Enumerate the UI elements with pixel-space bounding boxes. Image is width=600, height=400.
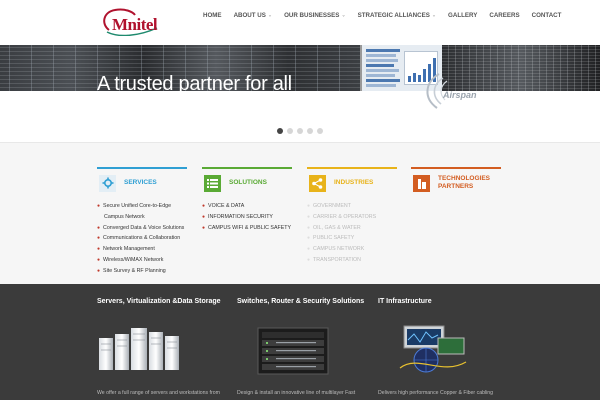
list-item[interactable]: ● Wireless/WiMAX Network (97, 255, 187, 266)
slider-dot-3[interactable] (297, 128, 303, 134)
infra-column: IT Infrastructure (378, 298, 432, 305)
main-nav: HOME ABOUT US ⌄ OUR BUSINESSES ⌄ STRATEGIC… (203, 12, 573, 19)
list-item[interactable]: ● PUBLIC SAFETY (307, 233, 397, 244)
nav-about-us[interactable]: ABOUT US ⌄ (234, 12, 273, 19)
logo-wordmark: Mnitel (112, 15, 158, 34)
partners-column: TECHNOLOGIES PARTNERS (411, 167, 501, 194)
servers-description: We offer a full range of servers and wor… (97, 390, 220, 396)
nav-careers[interactable]: CAREERS (489, 12, 519, 19)
industries-column: INDUSTRIES ● GOVERNMENT ● CARRIER & OPERAT… (307, 167, 397, 266)
slider-dot-5[interactable] (317, 128, 323, 134)
hero-banner: A trusted partner for all (0, 45, 600, 91)
slider-dot-2[interactable] (287, 128, 293, 134)
list-item[interactable]: ● INFORMATION SECURITY (202, 212, 292, 223)
nav-strategic-alliances-label: STRATEGIC ALLIANCES (357, 12, 430, 19)
building-icon (413, 174, 430, 192)
list-item[interactable]: ● OIL, GAS & WATER (307, 223, 397, 234)
switches-column: Switches, Router & Security Solutions (237, 298, 364, 305)
industries-title[interactable]: INDUSTRIES (334, 179, 373, 187)
nav-about-us-label: ABOUT US (233, 12, 266, 19)
infra-title[interactable]: IT Infrastructure (378, 298, 432, 305)
list-item[interactable]: ● Network Management (97, 244, 187, 255)
slider-pagination (277, 128, 323, 134)
list-item[interactable]: ● Secure Unified Core-to-Edge (97, 201, 187, 212)
features-section: SERVICES ● Secure Unified Core-to-Edge Ca… (0, 142, 600, 284)
infra-description: Delivers high performance Copper & Fiber… (378, 390, 494, 396)
it-infrastructure-image (399, 325, 467, 373)
partners-topline (411, 167, 501, 169)
nav-contact[interactable]: CONTACT (532, 12, 562, 19)
servers-title[interactable]: Servers, Virtualization &Data Storage (97, 298, 221, 305)
list-item[interactable]: ● CAMPUS NETWORK (307, 244, 397, 255)
airspan-wordmark: Airspan (443, 90, 477, 100)
list-item[interactable]: ● TRANSPORTATION (307, 255, 397, 266)
industries-topline (307, 167, 397, 169)
services-column: SERVICES ● Secure Unified Core-to-Edge Ca… (97, 167, 187, 277)
mnitel-logo[interactable]: Mnitel (99, 6, 163, 36)
list-item[interactable]: Campus Network (97, 212, 187, 223)
chevron-down-icon: ⌄ (431, 12, 437, 18)
site-header: Mnitel HOME ABOUT US ⌄ OUR BUSINESSES ⌄ ST… (0, 0, 600, 45)
nav-careers-label: CAREERS (489, 12, 520, 19)
switches-description: Design & install an innovative line of m… (237, 390, 356, 396)
partners-title[interactable]: TECHNOLOGIES PARTNERS (438, 175, 490, 191)
list-item[interactable]: ● Site Survey & RF Planning (97, 266, 187, 277)
network-switch-chassis-image (257, 327, 329, 375)
gear-icon (99, 174, 116, 192)
slider-dot-1[interactable] (277, 128, 283, 134)
services-title[interactable]: SERVICES (124, 179, 157, 187)
nav-home-label: HOME (203, 12, 222, 19)
solutions-column: SOLUTIONS ● VOICE & DATA ● INFORMATION SEC… (202, 167, 292, 233)
list-icon (204, 174, 221, 192)
services-topline (97, 167, 187, 169)
chevron-down-icon: ⌄ (341, 12, 346, 18)
nav-contact-label: CONTACT (531, 12, 562, 19)
solutions-title[interactable]: SOLUTIONS (229, 179, 267, 187)
solutions-topline (202, 167, 292, 169)
nav-gallery[interactable]: GALLERY (448, 12, 477, 19)
list-item[interactable]: ● VOICE & DATA (202, 201, 292, 212)
nav-our-businesses[interactable]: OUR BUSINESSES ⌄ (284, 12, 346, 19)
list-item[interactable]: ● CARRIER & OPERATORS (307, 212, 397, 223)
servers-column: Servers, Virtualization &Data Storage (97, 298, 221, 305)
list-item[interactable]: ● Converged Data & Voice Solutions (97, 223, 187, 234)
nav-gallery-label: GALLERY (448, 12, 478, 19)
switches-title[interactable]: Switches, Router & Security Solutions (237, 298, 364, 305)
hero-title: A trusted partner for all (97, 73, 292, 91)
list-item[interactable]: ● GOVERNMENT (307, 201, 397, 212)
nav-home[interactable]: HOME (203, 12, 222, 19)
nav-our-businesses-label: OUR BUSINESSES (284, 12, 340, 19)
products-section: Servers, Virtualization &Data Storage We… (0, 284, 600, 400)
slider-dot-4[interactable] (307, 128, 313, 134)
list-item[interactable]: ● CAMPUS WIFI & PUBLIC SAFETY (202, 223, 292, 234)
nav-strategic-alliances[interactable]: STRATEGIC ALLIANCES ⌄ (358, 12, 436, 19)
server-towers-image (99, 328, 179, 370)
list-item[interactable]: ● Communications & Collaboration (97, 233, 187, 244)
share-icon (309, 174, 326, 192)
airspan-partner-logo[interactable]: Airspan (421, 68, 491, 112)
chevron-down-icon: ⌄ (267, 12, 273, 18)
